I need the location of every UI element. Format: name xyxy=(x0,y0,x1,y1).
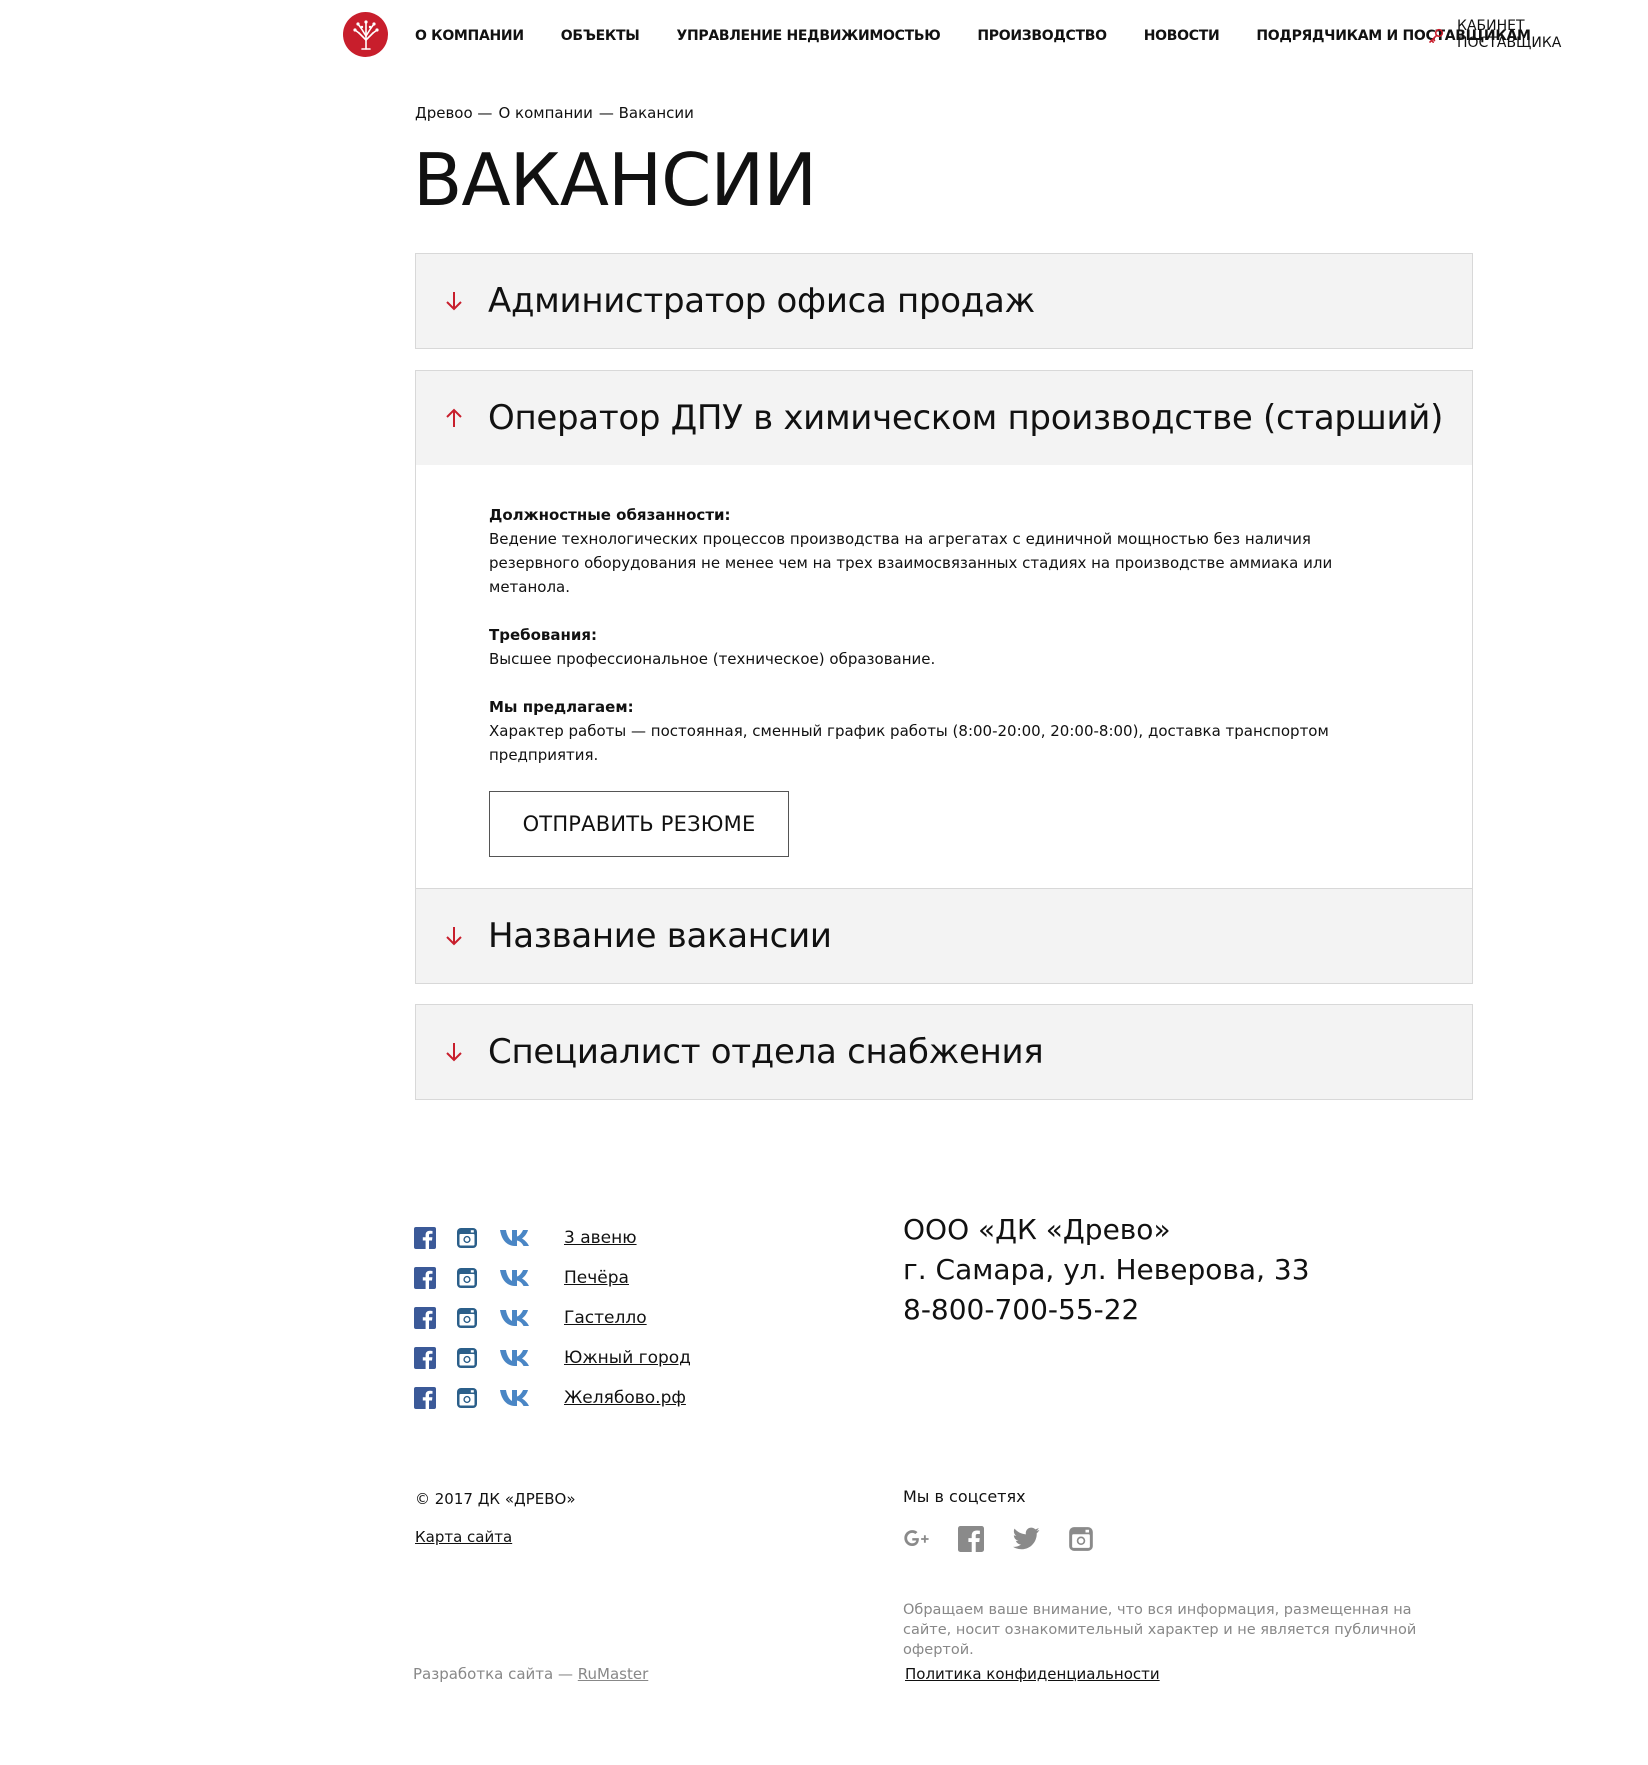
developer-prefix: Разработка сайта — xyxy=(413,1665,573,1683)
project-row: Желябово.рф xyxy=(414,1378,691,1418)
vacancy-item: Специалист отдела снабжения xyxy=(415,1004,1473,1100)
twitter-icon[interactable] xyxy=(1012,1525,1040,1553)
project-link[interactable]: Гастелло xyxy=(564,1308,647,1328)
company-info: ООО «ДК «Древо» г. Самара, ул. Неверова,… xyxy=(903,1210,1310,1330)
instagram-icon[interactable] xyxy=(456,1267,478,1289)
project-row: 3 авеню xyxy=(414,1218,691,1258)
send-resume-button[interactable]: ОТПРАВИТЬ РЕЗЮМЕ xyxy=(489,791,789,857)
vk-icon[interactable] xyxy=(498,1387,534,1409)
requirements-section: Требования: Высшее профессиональное (тех… xyxy=(489,623,1472,671)
project-link[interactable]: Желябово.рф xyxy=(564,1388,686,1408)
vacancy-item-expanded: Оператор ДПУ в химическом производстве (… xyxy=(415,370,1473,902)
project-social-list: 3 авеню Печёра Гастелло Южный город Желя… xyxy=(414,1218,691,1418)
company-name: ООО «ДК «Древо» xyxy=(903,1213,1171,1246)
company-social-icons xyxy=(902,1525,1122,1553)
breadcrumb-about[interactable]: О компании xyxy=(498,104,592,122)
breadcrumb-current: — Вакансии xyxy=(598,104,694,122)
facebook-icon[interactable] xyxy=(414,1347,436,1369)
vacancy-title: Администратор офиса продаж xyxy=(488,281,1035,321)
duties-text: Ведение технологических процессов произв… xyxy=(489,530,1333,596)
vk-icon[interactable] xyxy=(498,1347,534,1369)
requirements-text: Высшее профессиональное (техническое) об… xyxy=(489,650,936,668)
project-link[interactable]: 3 авеню xyxy=(564,1228,637,1248)
arrow-down-icon xyxy=(446,1043,462,1062)
instagram-icon[interactable] xyxy=(1067,1525,1095,1553)
nav-objects[interactable]: ОБЪЕКТЫ xyxy=(561,28,640,44)
vacancy-details: Должностные обязанности: Ведение техноло… xyxy=(416,465,1472,901)
requirements-heading: Требования: xyxy=(489,626,598,644)
privacy-policy-link[interactable]: Политика конфиденциальности xyxy=(905,1665,1160,1683)
copyright: © 2017 ДК «ДРЕВО» xyxy=(415,1490,576,1508)
offer-heading: Мы предлагаем: xyxy=(489,698,634,716)
breadcrumb-home[interactable]: Древоо — xyxy=(415,104,492,122)
offer-text: Характер работы — постоянная, сменный гр… xyxy=(489,722,1329,764)
key-icon xyxy=(1429,28,1444,43)
vacancy-title: Специалист отдела снабжения xyxy=(488,1032,1044,1072)
cabinet-label: КАБИНЕТ ПОСТАВЩИКА xyxy=(1457,18,1562,51)
arrow-up-icon xyxy=(446,408,462,427)
tree-logo-icon xyxy=(352,19,379,50)
main-nav: О КОМПАНИИ ОБЪЕКТЫ УПРАВЛЕНИЕ НЕДВИЖИМОС… xyxy=(415,28,1568,44)
vacancy-toggle[interactable]: Специалист отдела снабжения xyxy=(416,1005,1472,1099)
vk-icon[interactable] xyxy=(498,1227,534,1249)
supplier-cabinet-link[interactable]: КАБИНЕТ ПОСТАВЩИКА xyxy=(1427,18,1567,52)
vk-icon[interactable] xyxy=(498,1267,534,1289)
nav-about[interactable]: О КОМПАНИИ xyxy=(415,28,524,44)
vacancy-toggle[interactable]: Администратор офиса продаж xyxy=(416,254,1472,348)
vacancy-title: Оператор ДПУ в химическом производстве (… xyxy=(488,398,1444,438)
company-phone[interactable]: 8-800-700-55-22 xyxy=(903,1290,1310,1330)
vacancy-title: Название вакансии xyxy=(488,916,832,956)
instagram-icon[interactable] xyxy=(456,1307,478,1329)
nav-property-management[interactable]: УПРАВЛЕНИЕ НЕДВИЖИМОСТЬЮ xyxy=(676,28,940,44)
instagram-icon[interactable] xyxy=(456,1347,478,1369)
developer-credit: Разработка сайта — RuMaster xyxy=(413,1665,648,1683)
offer-section: Мы предлагаем: Характер работы — постоян… xyxy=(489,695,1472,767)
project-link[interactable]: Печёра xyxy=(564,1268,629,1288)
vacancy-toggle[interactable]: Оператор ДПУ в химическом производстве (… xyxy=(416,371,1472,465)
social-heading: Мы в соцсетях xyxy=(903,1487,1026,1506)
facebook-icon[interactable] xyxy=(414,1387,436,1409)
disclaimer: Обращаем ваше внимание, что вся информац… xyxy=(903,1602,1417,1658)
project-row: Южный город xyxy=(414,1338,691,1378)
nav-production[interactable]: ПРОИЗВОДСТВО xyxy=(977,28,1107,44)
vacancy-toggle[interactable]: Название вакансии xyxy=(416,889,1472,983)
sitemap-link[interactable]: Карта сайта xyxy=(415,1528,512,1546)
project-row: Печёра xyxy=(414,1258,691,1298)
page-title: ВАКАНСИИ xyxy=(413,138,817,222)
instagram-icon[interactable] xyxy=(456,1387,478,1409)
developer-link[interactable]: RuMaster xyxy=(578,1665,648,1683)
instagram-icon[interactable] xyxy=(456,1227,478,1249)
project-link[interactable]: Южный город xyxy=(564,1348,691,1368)
facebook-icon[interactable] xyxy=(414,1267,436,1289)
vk-icon[interactable] xyxy=(498,1307,534,1329)
google-plus-icon[interactable] xyxy=(902,1525,930,1553)
vacancy-item: Название вакансии xyxy=(415,888,1473,984)
duties-section: Должностные обязанности: Ведение техноло… xyxy=(489,503,1472,599)
breadcrumb: Древоо — О компании — Вакансии xyxy=(415,104,694,122)
company-address: г. Самара, ул. Неверова, 33 xyxy=(903,1253,1310,1286)
arrow-down-icon xyxy=(446,292,462,311)
facebook-icon[interactable] xyxy=(957,1525,985,1553)
nav-news[interactable]: НОВОСТИ xyxy=(1144,28,1220,44)
facebook-icon[interactable] xyxy=(414,1307,436,1329)
project-row: Гастелло xyxy=(414,1298,691,1338)
vacancy-item: Администратор офиса продаж xyxy=(415,253,1473,349)
facebook-icon[interactable] xyxy=(414,1227,436,1249)
duties-heading: Должностные обязанности: xyxy=(489,506,731,524)
arrow-down-icon xyxy=(446,927,462,946)
logo[interactable] xyxy=(343,12,388,57)
